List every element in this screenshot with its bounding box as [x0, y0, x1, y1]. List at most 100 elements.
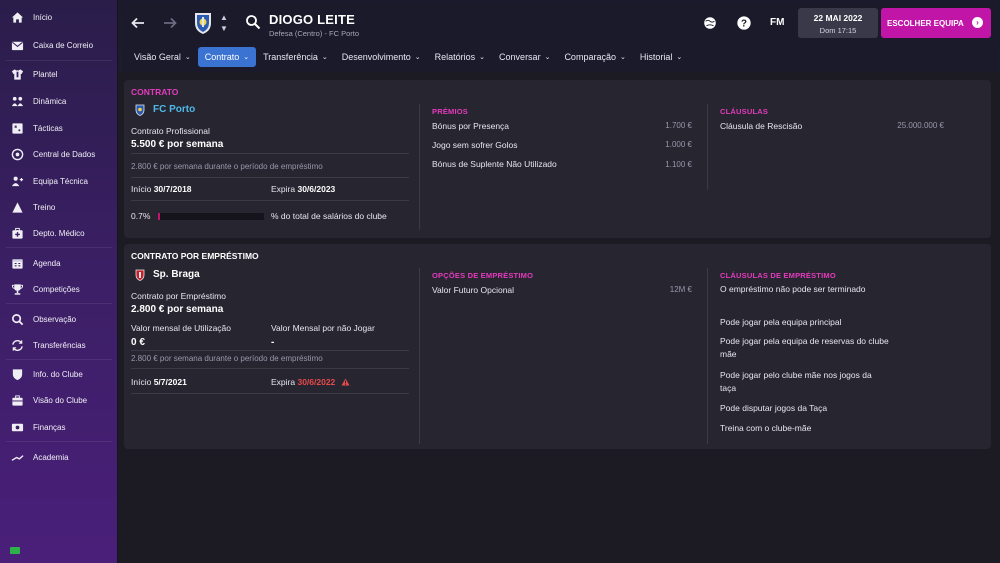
sidebar: Início Caixa de Correio Plantel Dinâmica… [0, 0, 118, 563]
loan-option-value: 12M € [669, 285, 692, 294]
divider [419, 104, 420, 230]
current-date: 22 MAI 2022 [813, 13, 863, 23]
tab-development[interactable]: Desenvolvimento ⌄ [335, 47, 428, 67]
sidebar-item-finances[interactable]: Finanças [0, 416, 118, 438]
fm-logo[interactable]: FM [770, 17, 784, 28]
tab-history[interactable]: Historial ⌄ [633, 47, 689, 67]
page-subtitle: Defesa (Centro) - FC Porto [269, 29, 360, 38]
contract-expires: Expira 30/6/2023 [271, 184, 336, 194]
sidebar-item-label: Equipa Técnica [33, 176, 88, 186]
sidebar-item-label: Transferências [33, 340, 86, 350]
sidebar-item-label: Treino [33, 202, 56, 212]
contract-type: Contrato Profissional [131, 126, 210, 136]
training-icon [10, 200, 24, 214]
chevron-up-icon[interactable]: ▲ [220, 13, 228, 22]
sidebar-item-medical[interactable]: Depto. Médico [0, 222, 118, 244]
page-title: DIOGO LEITE [269, 12, 355, 27]
tab-contract[interactable]: Contrato ⌄ [197, 47, 257, 67]
wage-percentage-bar [158, 213, 264, 220]
sidebar-item-label: Início [33, 12, 53, 22]
scouting-icon [10, 312, 24, 326]
help-button[interactable]: ? [735, 14, 753, 32]
tab-reports[interactable]: Relatórios ⌄ [428, 47, 492, 67]
fc-porto-crest-icon[interactable] [193, 11, 213, 35]
sidebar-item-label: Observação [33, 314, 77, 324]
sidebar-item-home[interactable]: Início [0, 6, 118, 28]
sidebar-item-training[interactable]: Treino [0, 196, 118, 218]
sidebar-item-scouting[interactable]: Observação [0, 308, 118, 330]
sidebar-item-academy[interactable]: Academia [0, 446, 118, 468]
current-time: Dom 17:15 [819, 26, 857, 35]
sidebar-item-club-info[interactable]: Info. do Clube [0, 363, 118, 385]
sidebar-item-club-vision[interactable]: Visão do Clube [0, 389, 118, 411]
sidebar-item-squad[interactable]: Plantel [0, 63, 118, 85]
club-info-icon [10, 367, 24, 381]
divider [131, 368, 409, 369]
data-hub-icon [10, 147, 24, 161]
calendar-icon [10, 256, 24, 270]
contract-loan-note: 2.800 € por semana durante o período de … [131, 162, 323, 171]
tab-overview[interactable]: Visão Geral ⌄ [127, 47, 198, 67]
help-globe-button[interactable] [701, 14, 719, 32]
bonus-value: 1.000 € [665, 140, 692, 149]
search-icon[interactable] [245, 14, 261, 30]
loan-clause-item: Pode jogar pelo clube mãe nos jogos da t… [720, 370, 872, 393]
home-icon [10, 10, 24, 24]
tab-transfer[interactable]: Transferência ⌄ [256, 47, 335, 67]
question-icon: ? [737, 16, 751, 30]
loan-clause-item: O empréstimo não pode ser terminado [720, 284, 866, 294]
club-switcher[interactable]: ▲ ▼ [219, 13, 229, 33]
chevron-down-icon: ⌄ [544, 54, 551, 61]
arrow-right-icon [164, 17, 177, 29]
choose-team-button[interactable]: ESCOLHER EQUIPA › [881, 8, 991, 38]
loan-wage: 2.800 € por semana [131, 304, 224, 315]
bonus-label: Bónus de Suplente Não Utilizado [432, 159, 557, 169]
sp-braga-crest-icon [135, 269, 145, 281]
divider [131, 177, 409, 178]
loan-contract-card: CONTRATO POR EMPRÉSTIMO Sp. Braga Contra… [124, 244, 991, 449]
bonus-label: Jogo sem sofrer Golos [432, 140, 518, 150]
sidebar-item-label: Caixa de Correio [33, 40, 94, 50]
main-content: ▲ ▼ DIOGO LEITE Defesa (Centro) - FC Por… [119, 0, 1000, 563]
loan-club-link[interactable]: Sp. Braga [153, 269, 200, 280]
chevron-down-icon: ⌄ [243, 54, 250, 61]
divider [707, 268, 708, 444]
date-continue-box[interactable]: 22 MAI 2022 Dom 17:15 [798, 8, 878, 38]
fc-porto-crest-icon [135, 104, 145, 116]
divider [131, 393, 409, 394]
forward-button[interactable] [159, 12, 181, 34]
sidebar-item-label: Agenda [33, 258, 61, 268]
sidebar-item-inbox[interactable]: Caixa de Correio [0, 34, 118, 56]
arrow-left-icon [131, 17, 144, 29]
contract-club-link[interactable]: FC Porto [153, 104, 195, 115]
sidebar-item-data-hub[interactable]: Central de Dados [0, 143, 118, 165]
sidebar-item-tactics[interactable]: Tácticas [0, 117, 118, 139]
chevron-down-icon: ⌄ [321, 54, 328, 61]
loan-clause-item: Pode disputar jogos da Taça [720, 403, 828, 413]
tab-comparison[interactable]: Comparação ⌄ [557, 47, 632, 67]
svg-text:?: ? [741, 19, 747, 30]
clauses-title: CLÁUSULAS [720, 107, 769, 116]
tab-bar: Visão Geral ⌄ Contrato ⌄ Transferência ⌄ De… [127, 47, 689, 67]
not-playing-fee-label: Valor Mensal por não Jogar [271, 323, 375, 333]
sidebar-item-competitions[interactable]: Competições [0, 278, 118, 300]
sidebar-item-dynamics[interactable]: Dinâmica [0, 90, 118, 112]
clause-value: 25.000.000 € [897, 121, 944, 130]
divider [131, 200, 409, 201]
loan-title: CONTRATO POR EMPRÉSTIMO [131, 251, 259, 261]
sidebar-item-label: Dinâmica [33, 96, 67, 106]
back-button[interactable] [127, 12, 149, 34]
tab-talk[interactable]: Conversar ⌄ [492, 47, 557, 67]
loan-clause-item: Pode jogar pela equipa de reservas do cl… [720, 336, 889, 359]
sidebar-item-transfers[interactable]: Transferências [0, 334, 118, 356]
sidebar-item-staff[interactable]: Equipa Técnica [0, 170, 118, 192]
sidebar-item-calendar[interactable]: Agenda [0, 252, 118, 274]
medical-icon [10, 226, 24, 240]
arrow-circle-right-icon: › [972, 17, 983, 28]
sidebar-item-label: Academia [33, 452, 69, 462]
not-playing-fee-value: - [271, 337, 275, 348]
loan-options-title: OPÇÕES DE EMPRÉSTIMO [432, 271, 534, 280]
finances-icon [10, 420, 24, 434]
contract-title: CONTRATO [131, 87, 179, 97]
chevron-down-icon[interactable]: ▼ [220, 24, 228, 33]
